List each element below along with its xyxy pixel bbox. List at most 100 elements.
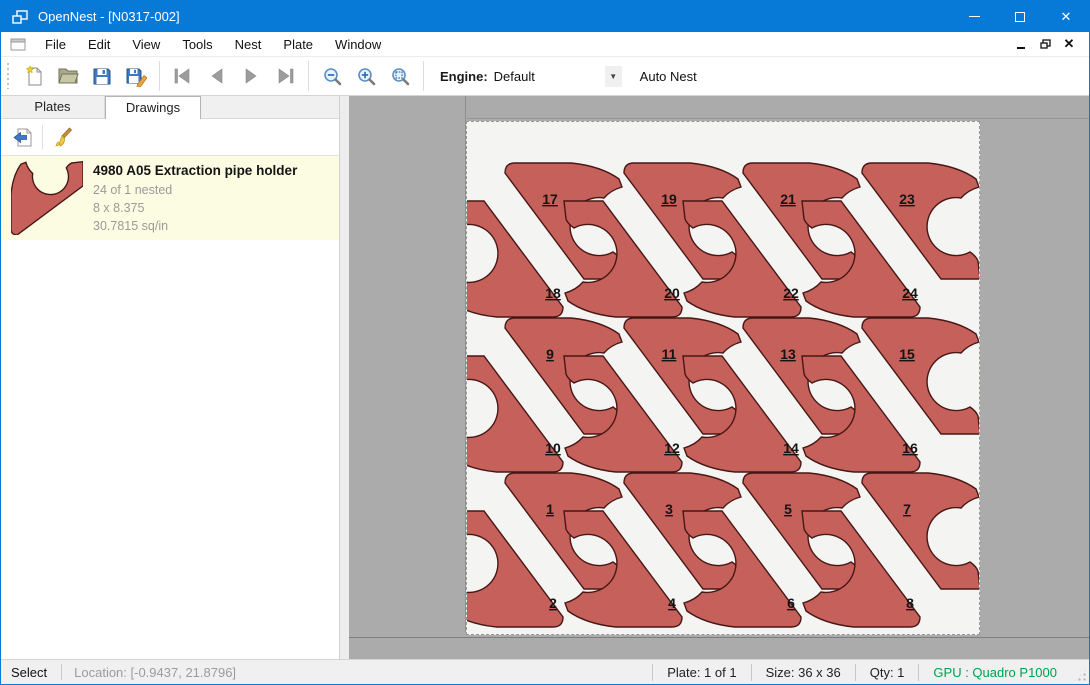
tab-strip: Plates Drawings	[1, 96, 339, 119]
drawing-nested-count: 24 of 1 nested	[93, 181, 339, 199]
mdi-minimize-button[interactable]	[1009, 34, 1033, 54]
part-number-label: 18	[545, 285, 561, 301]
tab-plates[interactable]: Plates	[1, 96, 105, 118]
part-number-label: 16	[902, 440, 918, 456]
go-previous-button[interactable]	[200, 60, 234, 92]
menu-bar: File Edit View Tools Nest Plate Window ✕	[1, 32, 1089, 57]
status-plate: Plate: 1 of 1	[652, 664, 750, 681]
part-number-label: 5	[784, 501, 792, 517]
app-window: OpenNest - [N0317-002] ✕ File Edit View …	[0, 0, 1090, 685]
menu-tools[interactable]: Tools	[171, 34, 223, 55]
plate-sheet[interactable]: 171819202122232491011121314151612345678	[466, 121, 980, 635]
open-file-button[interactable]	[51, 60, 85, 92]
part-number-label: 1	[546, 501, 554, 517]
import-drawing-button[interactable]	[7, 122, 37, 152]
zoom-out-button[interactable]	[315, 60, 349, 92]
app-icon	[12, 10, 28, 24]
menu-nest[interactable]: Nest	[224, 34, 273, 55]
tab-drawings[interactable]: Drawings	[105, 96, 201, 119]
zoom-fit-icon	[390, 66, 411, 87]
save-icon	[92, 66, 112, 86]
menu-file[interactable]: File	[34, 34, 77, 55]
part-number-label: 21	[780, 191, 796, 207]
page-back-arrow-icon	[11, 127, 34, 148]
resize-grip[interactable]	[1073, 668, 1087, 682]
save-button[interactable]	[85, 60, 119, 92]
nest-canvas[interactable]: 171819202122232491011121314151612345678	[349, 96, 1089, 659]
mdi-restore-button[interactable]	[1033, 34, 1057, 54]
part-number-label: 11	[662, 346, 677, 362]
status-size: Size: 36 x 36	[751, 664, 855, 681]
status-location: Location: [-0.9437, 21.8796]	[62, 665, 248, 680]
open-file-icon	[57, 66, 80, 86]
broom-icon	[52, 126, 74, 148]
minimize-button[interactable]	[951, 1, 997, 32]
menu-edit[interactable]: Edit	[77, 34, 121, 55]
drawing-list-empty-area	[1, 240, 339, 659]
save-as-icon	[125, 66, 147, 87]
nested-parts-layer: 171819202122232491011121314151612345678	[467, 163, 979, 627]
canvas-divider-top	[465, 118, 1089, 119]
side-panel: Plates Drawings	[1, 96, 340, 659]
drawing-title: 4980 A05 Extraction pipe holder	[93, 163, 339, 178]
mdi-close-button[interactable]: ✕	[1057, 34, 1081, 54]
window-title: OpenNest - [N0317-002]	[38, 9, 180, 24]
status-mode: Select	[1, 665, 61, 680]
go-previous-icon	[207, 66, 227, 86]
part-number-label: 15	[899, 346, 915, 362]
part-number-label: 2	[549, 595, 557, 611]
go-next-icon	[241, 66, 261, 86]
engine-label: Engine:	[440, 69, 488, 84]
document-icon	[10, 38, 26, 51]
go-next-button[interactable]	[234, 60, 268, 92]
zoom-out-icon	[322, 66, 343, 87]
new-file-icon	[23, 65, 45, 87]
menu-plate[interactable]: Plate	[272, 34, 324, 55]
drawing-size: 8 x 8.375	[93, 199, 339, 217]
part-number-label: 12	[664, 440, 680, 456]
drawing-area: 30.7815 sq/in	[93, 217, 339, 235]
part-number-label: 19	[661, 191, 677, 207]
part-number-label: 10	[545, 440, 561, 456]
close-button[interactable]: ✕	[1043, 1, 1089, 32]
menu-window[interactable]: Window	[324, 34, 392, 55]
drawing-list-item[interactable]: 4980 A05 Extraction pipe holder 24 of 1 …	[1, 156, 339, 240]
zoom-in-button[interactable]	[349, 60, 383, 92]
drawings-toolbar	[1, 119, 339, 156]
auto-nest-button[interactable]: Auto Nest	[634, 65, 703, 88]
part-number-label: 24	[902, 285, 918, 301]
part-number-label: 17	[542, 191, 558, 207]
part-number-label: 23	[899, 191, 915, 207]
main-area: Plates Drawings	[1, 96, 1089, 659]
part-thumbnail	[1, 161, 93, 235]
part-number-label: 22	[783, 285, 799, 301]
toolbar-grip[interactable]	[6, 63, 11, 89]
maximize-button[interactable]	[997, 1, 1043, 32]
part-number-label: 20	[664, 285, 680, 301]
title-bar: OpenNest - [N0317-002] ✕	[1, 1, 1089, 32]
part-number-label: 9	[546, 346, 554, 362]
save-as-button[interactable]	[119, 60, 153, 92]
part-number-label: 4	[668, 595, 676, 611]
new-file-button[interactable]	[17, 60, 51, 92]
part-number-label: 7	[903, 501, 911, 517]
menu-view[interactable]: View	[121, 34, 171, 55]
zoom-in-icon	[356, 66, 377, 87]
status-gpu: GPU : Quadro P1000	[918, 664, 1071, 681]
go-first-icon	[172, 66, 194, 86]
clear-drawings-button[interactable]	[48, 122, 78, 152]
canvas-divider-bottom	[349, 637, 1089, 638]
engine-select[interactable]: Default ▼	[494, 66, 622, 87]
chevron-down-icon[interactable]: ▼	[605, 66, 622, 87]
go-first-button[interactable]	[166, 60, 200, 92]
status-qty: Qty: 1	[855, 664, 919, 681]
zoom-fit-button[interactable]	[383, 60, 417, 92]
panel-splitter[interactable]	[340, 96, 349, 659]
go-last-button[interactable]	[268, 60, 302, 92]
engine-value: Default	[494, 69, 535, 84]
part-number-label: 8	[906, 595, 914, 611]
part-outline	[11, 162, 83, 235]
part-number-label: 13	[780, 346, 796, 362]
main-toolbar: Engine: Default ▼ Auto Nest	[1, 57, 1089, 96]
part-number-label: 3	[665, 501, 673, 517]
